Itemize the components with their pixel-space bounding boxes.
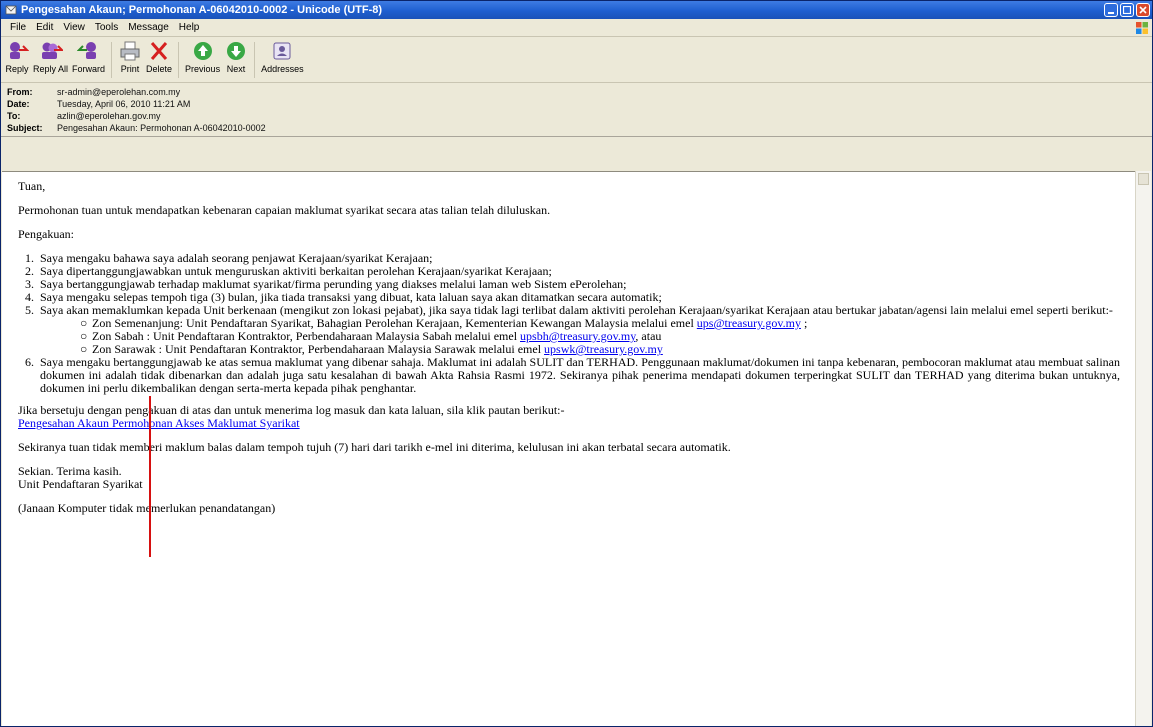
item-number: 6. xyxy=(25,355,34,369)
next-label: Next xyxy=(226,64,246,74)
forward-button[interactable]: Forward xyxy=(72,40,105,74)
from-label: From: xyxy=(7,87,33,97)
confirmation-link[interactable]: Pengesahan Akaun Permohonan Akses Maklum… xyxy=(18,416,300,430)
list-item: 6. Saya mengaku bertanggungjawab ke atas … xyxy=(18,356,1120,395)
delete-label: Delete xyxy=(146,64,173,74)
message-body[interactable]: Tuan, Permohonan tuan untuk mendapatkan … xyxy=(2,171,1136,726)
arrow-up-icon xyxy=(193,42,212,60)
maximize-button[interactable] xyxy=(1120,3,1134,17)
zone-text: Zon Semenanjung: Unit Pendaftaran Syarik… xyxy=(92,316,697,330)
item-number: 5. xyxy=(25,303,34,317)
zone-list: ○ Zon Semenanjung: Unit Pendaftaran Syari… xyxy=(40,317,1120,356)
reply-all-label: Reply All xyxy=(33,64,69,74)
email-window: Pengesahan Akaun; Permohonan A-06042010-… xyxy=(0,0,1153,727)
to-value[interactable]: azlin@eperolehan.gov.my xyxy=(57,110,161,122)
menu-view[interactable]: View xyxy=(58,22,90,33)
zone-text: Zon Sarawak : Unit Pendaftaran Kontrakto… xyxy=(92,342,545,356)
close-icon xyxy=(1139,6,1147,14)
toolbar: Reply Reply All Forward Print Delete Pre… xyxy=(1,37,1152,83)
menu-message[interactable]: Message xyxy=(123,22,174,33)
header-date-row: Date: Tuesday, April 06, 2010 11:21 AM xyxy=(7,98,1146,110)
toolbar-separator xyxy=(254,42,256,78)
arrow-down-icon xyxy=(227,42,246,60)
declaration-list: 1. Saya mengaku bahawa saya adalah seoran… xyxy=(18,252,1120,395)
minimize-button[interactable] xyxy=(1104,3,1118,17)
printer-icon xyxy=(120,41,140,61)
header-to-row: To: azlin@eperolehan.gov.my xyxy=(7,110,1146,122)
greeting: Tuan, xyxy=(18,179,46,193)
header-from-row: From: sr-admin@eperolehan.com.my xyxy=(7,86,1146,98)
reply-icon xyxy=(10,42,29,59)
reply-all-icon xyxy=(41,42,63,59)
addresses-label: Addresses xyxy=(261,64,304,74)
zone-suffix: , atau xyxy=(635,329,662,343)
scrollbar-thumb[interactable] xyxy=(1138,173,1149,185)
forward-icon xyxy=(76,42,96,59)
forward-label: Forward xyxy=(72,64,106,74)
vertical-scrollbar[interactable] xyxy=(1135,171,1151,726)
email-link[interactable]: ups@treasury.gov.my xyxy=(697,316,801,330)
intro-paragraph: Permohonan tuan untuk mendapatkan kebena… xyxy=(18,203,551,217)
maximize-icon xyxy=(1123,6,1131,14)
window-title: Pengesahan Akaun; Permohonan A-06042010-… xyxy=(21,4,383,16)
from-value[interactable]: sr-admin@eperolehan.com.my xyxy=(57,86,180,98)
to-label: To: xyxy=(7,111,21,121)
header-subject-row: Subject: Pengesahan Akaun: Permohonan A-… xyxy=(7,122,1146,134)
reply-label: Reply xyxy=(5,64,29,74)
email-link[interactable]: upsbh@treasury.gov.my xyxy=(520,329,635,343)
delete-icon xyxy=(150,42,168,60)
reply-all-button[interactable]: Reply All xyxy=(33,40,68,74)
pengakuan-heading: Pengakuan: xyxy=(18,227,74,241)
annotation-line xyxy=(149,396,151,557)
menu-bar: File Edit View Tools Message Help xyxy=(1,19,1152,37)
print-button[interactable]: Print xyxy=(118,40,142,74)
addresses-button[interactable]: Addresses xyxy=(261,40,304,74)
toolbar-separator xyxy=(178,42,180,78)
date-value: Tuesday, April 06, 2010 11:21 AM xyxy=(57,99,191,109)
toolbar-separator xyxy=(111,42,113,78)
reminder-paragraph: Sekiranya tuan tidak memberi maklum bala… xyxy=(18,440,731,454)
subject-label: Subject: xyxy=(7,123,43,133)
email-app-icon xyxy=(5,5,17,15)
next-button[interactable]: Next xyxy=(224,40,248,74)
zone-text: Zon Sabah : Unit Pendaftaran Kontraktor,… xyxy=(92,329,521,343)
signature-text: Unit Pendaftaran Syarikat xyxy=(18,477,143,491)
item-text: Saya mengaku bertanggungjawab ke atas se… xyxy=(40,355,1120,395)
menu-help[interactable]: Help xyxy=(174,22,205,33)
subject-value: Pengesahan Akaun: Permohonan A-06042010-… xyxy=(57,123,266,133)
zone-suffix: ; xyxy=(800,316,808,330)
minimize-icon xyxy=(1108,12,1114,14)
menu-file[interactable]: File xyxy=(5,22,31,33)
closing-text: Sekian. Terima kasih. xyxy=(18,464,122,478)
message-header: From: sr-admin@eperolehan.com.my Date: T… xyxy=(1,83,1152,137)
address-book-icon xyxy=(273,42,291,60)
title-bar[interactable]: Pengesahan Akaun; Permohonan A-06042010-… xyxy=(1,1,1152,19)
reply-button[interactable]: Reply xyxy=(5,40,29,74)
item-text: Saya akan memaklumkan kepada Unit berken… xyxy=(40,303,1113,317)
print-label: Print xyxy=(120,64,140,74)
footer-note: (Janaan Komputer tidak memerlukan penand… xyxy=(18,501,276,515)
delete-button[interactable]: Delete xyxy=(146,40,172,74)
menu-tools[interactable]: Tools xyxy=(90,22,123,33)
close-button[interactable] xyxy=(1136,3,1150,17)
date-label: Date: xyxy=(7,99,30,109)
previous-label: Previous xyxy=(185,64,221,74)
windows-logo-icon xyxy=(1136,22,1148,34)
menu-edit[interactable]: Edit xyxy=(31,22,58,33)
email-link[interactable]: upswk@treasury.gov.my xyxy=(544,342,663,356)
previous-button[interactable]: Previous xyxy=(185,40,220,74)
list-item: 5. Saya akan memaklumkan kepada Unit ber… xyxy=(18,304,1120,356)
